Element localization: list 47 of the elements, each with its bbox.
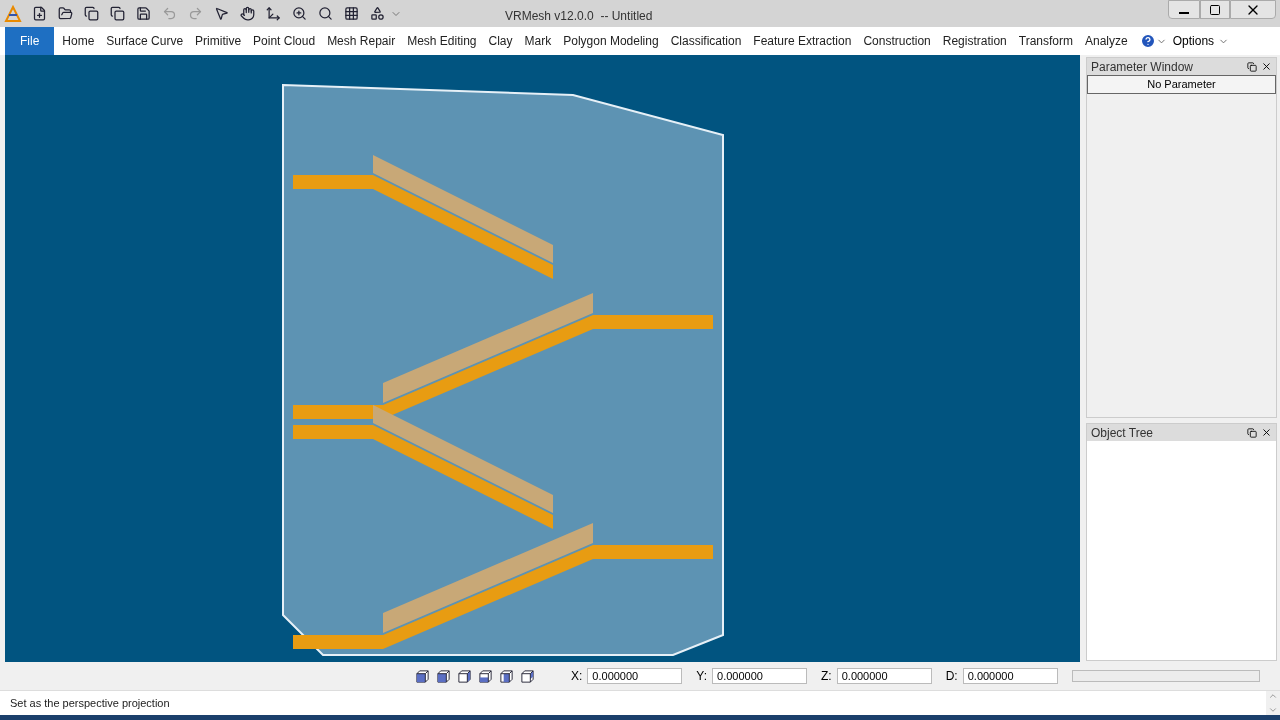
maximize-icon <box>1209 3 1221 16</box>
view-cube-icon[interactable] <box>520 668 535 684</box>
coordinate-field[interactable]: 0.000000 <box>712 668 808 684</box>
coordinate-label: D: <box>945 668 958 685</box>
view-cube-icon[interactable] <box>457 668 472 684</box>
coordinate-label: Y: <box>696 668 708 685</box>
close-icon[interactable] <box>1261 427 1272 438</box>
view-cube-icon[interactable] <box>436 668 451 684</box>
menu-tab[interactable]: Construction <box>857 27 937 55</box>
menu-tab[interactable]: Mesh Editing <box>401 27 483 55</box>
coordinate-label: X: <box>571 668 583 685</box>
menu-tab[interactable]: Mesh Repair <box>321 27 402 55</box>
minimize-icon <box>1179 11 1189 14</box>
options-button[interactable]: Options <box>1172 32 1230 50</box>
menu-tab[interactable]: Polygon Modeling <box>557 27 665 55</box>
help-icon[interactable] <box>1139 33 1156 49</box>
menu-tab[interactable]: File <box>5 27 55 55</box>
view-cube-icon[interactable] <box>415 668 430 684</box>
3d-viewport[interactable] <box>5 55 1080 662</box>
app-logo-icon <box>4 4 22 23</box>
menu-tab[interactable]: Point Cloud <box>247 27 322 55</box>
menu-tab[interactable]: Registration <box>936 27 1013 55</box>
maximize-button[interactable] <box>1200 0 1230 19</box>
view-cube-icon[interactable] <box>478 668 493 684</box>
menu-tab[interactable]: Mark <box>518 27 558 55</box>
close-icon[interactable] <box>1261 61 1272 72</box>
no-parameter-button[interactable]: No Parameter <box>1087 75 1276 94</box>
menu-tab[interactable]: Surface Curve <box>100 27 190 55</box>
menu-tab[interactable]: Transform <box>1012 27 1079 55</box>
minimize-button[interactable] <box>1168 0 1200 19</box>
menu-tab[interactable]: Primitive <box>189 27 248 55</box>
coordinate-label: Z: <box>821 668 832 685</box>
coordinate-field[interactable]: 0.000000 <box>836 668 932 684</box>
panel-title: Parameter Window <box>1091 58 1194 76</box>
menu-tab[interactable]: Analyze <box>1079 27 1134 55</box>
menu-tab[interactable]: Classification <box>664 27 748 55</box>
view-cube-icon[interactable] <box>499 668 514 684</box>
coordinate-field[interactable]: 0.000000 <box>587 668 683 684</box>
menu-tab[interactable]: Home <box>56 27 101 55</box>
coordinate-field[interactable]: 0.000000 <box>962 668 1058 684</box>
float-icon[interactable] <box>1247 61 1257 72</box>
menu-tab[interactable]: Feature Extraction <box>747 27 858 55</box>
panel-title: Object Tree <box>1091 424 1154 442</box>
float-icon[interactable] <box>1247 427 1257 438</box>
menu-tab[interactable]: Clay <box>482 27 519 55</box>
status-text: Set as the perspective projection <box>9 695 170 711</box>
window-title: VRMesh v12.0.0 -- Untitled <box>505 8 653 25</box>
